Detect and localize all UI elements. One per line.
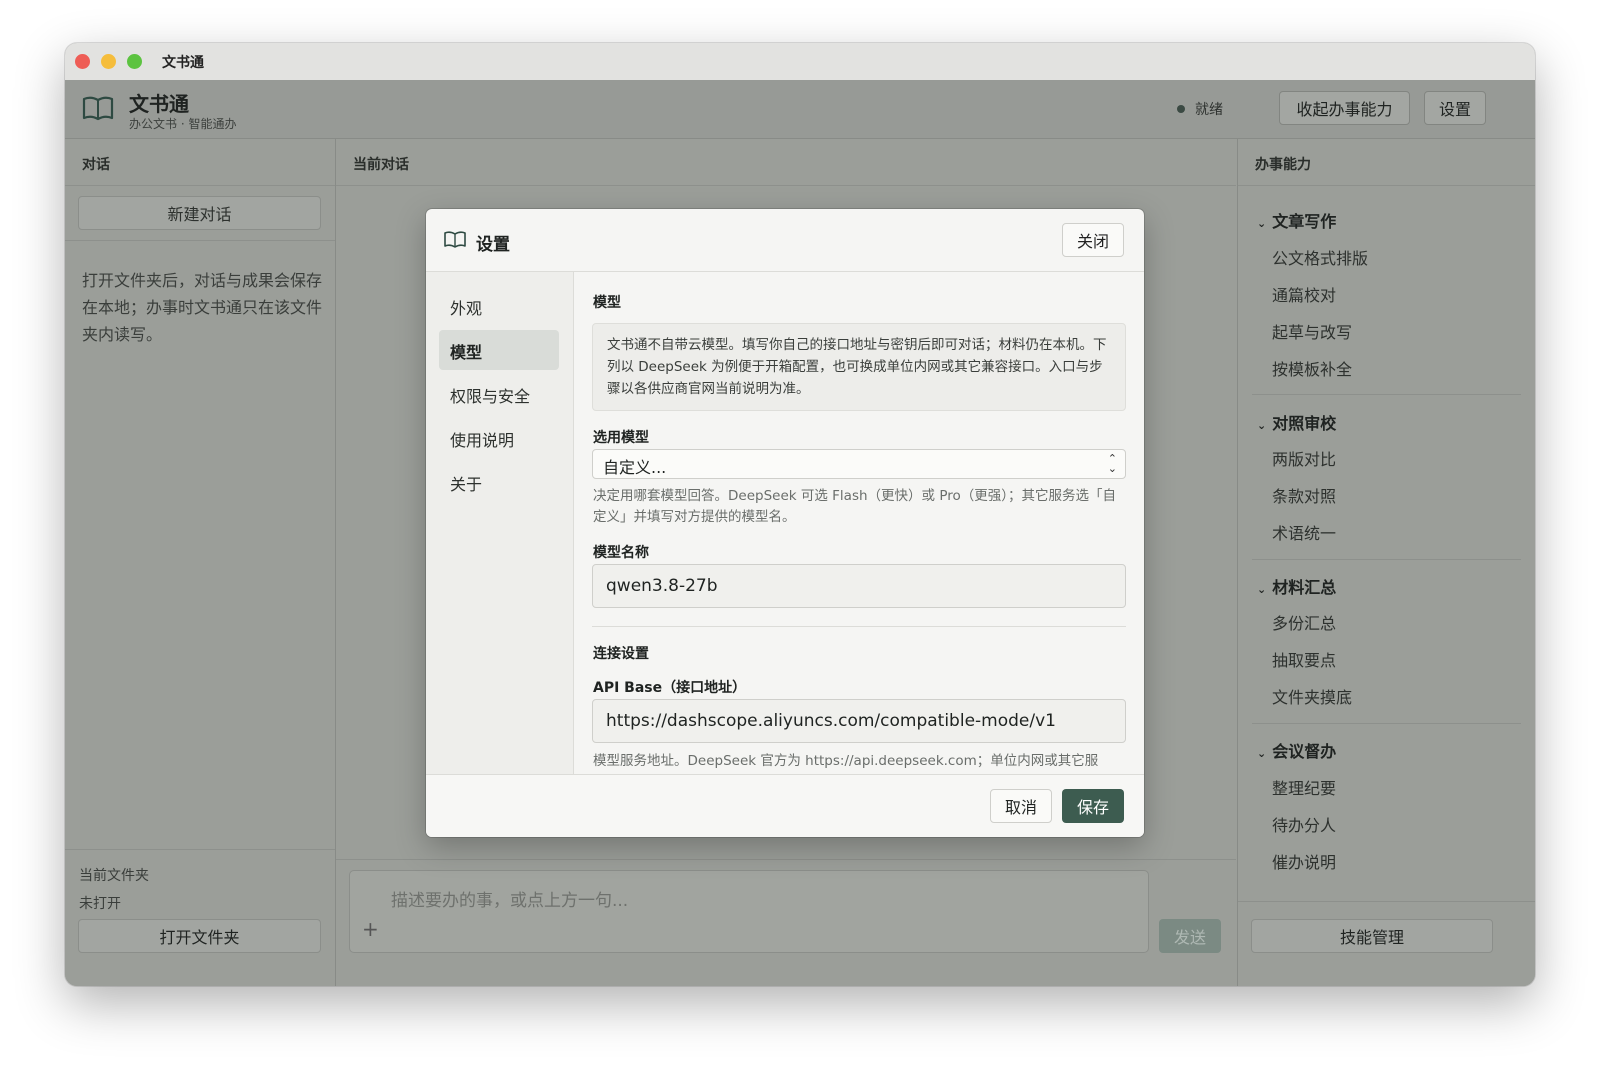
api-base-label: API Base（接口地址）	[593, 680, 747, 696]
capability-group-summary[interactable]: ⌄ 材料汇总	[1257, 574, 1336, 598]
app-name: 文书通	[129, 92, 189, 116]
capability-item[interactable]: 按模板补全	[1272, 356, 1352, 380]
divider	[1252, 394, 1521, 395]
divider	[1252, 723, 1521, 724]
capability-item[interactable]: 多份汇总	[1272, 610, 1336, 634]
model-name-label: 模型名称	[593, 545, 649, 561]
chevron-down-icon: ⌄	[1257, 217, 1267, 230]
divider	[1238, 901, 1535, 902]
capability-item[interactable]: 整理纪要	[1272, 775, 1336, 799]
nav-permissions-security[interactable]: 权限与安全	[439, 374, 559, 414]
divider	[1252, 559, 1521, 560]
capability-item[interactable]: 条款对照	[1272, 483, 1336, 507]
app-subtitle: 办公文书 · 智能通办	[129, 117, 237, 131]
dialog-header: 设置 关闭	[426, 209, 1144, 272]
nav-about[interactable]: 关于	[439, 462, 559, 502]
settings-nav: 外观 模型 权限与安全 使用说明 关于	[426, 272, 574, 774]
add-attachment-icon[interactable]: +	[362, 917, 379, 941]
composer-placeholder: 描述要办的事，或点上方一句...	[391, 891, 629, 911]
capability-item[interactable]: 文件夹摸底	[1272, 684, 1352, 708]
title-bar: 文书通	[65, 43, 1535, 81]
capability-item[interactable]: 公文格式排版	[1272, 245, 1368, 269]
chat-title: 当前对话	[336, 139, 1236, 186]
cancel-button[interactable]: 取消	[990, 789, 1052, 823]
nav-model[interactable]: 模型	[439, 330, 559, 370]
dialog-title: 设置	[476, 235, 510, 255]
chevron-down-icon: ⌄	[1257, 583, 1267, 596]
section-title: 模型	[593, 295, 621, 311]
window-title: 文书通	[162, 55, 204, 71]
capability-item[interactable]: 催办说明	[1272, 849, 1336, 873]
model-name-input[interactable]: qwen3.8-27b	[592, 564, 1126, 608]
settings-content: 模型 文书通不自带云模型。填写你自己的接口地址与密钥后即可对话；材料仍在本机。下…	[574, 272, 1144, 774]
capability-item[interactable]: 通篇校对	[1272, 282, 1336, 306]
capability-item[interactable]: 抽取要点	[1272, 647, 1336, 671]
status-text: 就绪	[1195, 102, 1223, 118]
divider	[336, 859, 1236, 860]
capability-item[interactable]: 起草与改写	[1272, 319, 1352, 343]
skill-management-button[interactable]: 技能管理	[1251, 919, 1493, 953]
capability-group-writing[interactable]: ⌄ 文章写作	[1257, 208, 1336, 232]
divider	[65, 240, 335, 241]
settings-button[interactable]: 设置	[1424, 91, 1486, 125]
capability-item[interactable]: 待办分人	[1272, 812, 1336, 836]
api-base-help: 模型服务地址。DeepSeek 官方为 https://api.deepseek…	[593, 753, 1099, 769]
select-arrows-icon: ⌃ ⌄	[1107, 452, 1117, 475]
model-select-label: 选用模型	[593, 430, 649, 446]
nav-instructions[interactable]: 使用说明	[439, 418, 559, 458]
model-select[interactable]: 自定义... ⌃ ⌄	[592, 449, 1126, 479]
current-folder-value: 未打开	[79, 896, 121, 912]
divider	[592, 626, 1126, 627]
capabilities-pane: 办事能力 ⌄ 文章写作 公文格式排版 通篇校对 起草与改写 按模板补全 ⌄ 对照审校…	[1237, 139, 1535, 986]
book-logo-icon	[82, 96, 114, 121]
capability-group-review[interactable]: ⌄ 对照审校	[1257, 410, 1336, 434]
zoom-window-button[interactable]	[127, 54, 142, 69]
close-window-button[interactable]	[75, 54, 90, 69]
dialog-footer: 取消 保存	[426, 774, 1144, 837]
chevron-down-icon: ⌄	[1257, 747, 1267, 760]
capability-group-meetings[interactable]: ⌄ 会议督办	[1257, 738, 1336, 762]
api-base-input[interactable]: https://dashscope.aliyuncs.com/compatibl…	[592, 699, 1126, 743]
message-composer[interactable]: 描述要办的事，或点上方一句... +	[349, 870, 1149, 953]
send-button[interactable]: 发送	[1159, 919, 1221, 953]
book-icon	[444, 231, 466, 248]
nav-appearance[interactable]: 外观	[439, 286, 559, 326]
current-folder-label: 当前文件夹	[79, 868, 149, 884]
app-header: 文书通 办公文书 · 智能通办 就绪 收起办事能力 设置	[65, 80, 1535, 139]
conversations-pane: 对话 新建对话 打开文件夹后，对话与成果会保存在本地；办事时文书通只在该文件夹内…	[65, 139, 336, 986]
capability-item[interactable]: 术语统一	[1272, 520, 1336, 544]
minimize-window-button[interactable]	[101, 54, 116, 69]
settings-dialog: 设置 关闭 外观 模型 权限与安全 使用说明 关于 模型 文书通不自带云模型。填…	[426, 209, 1144, 837]
open-folder-button[interactable]: 打开文件夹	[78, 919, 321, 953]
chevron-down-icon: ⌄	[1257, 419, 1267, 432]
capabilities-title: 办事能力	[1238, 139, 1535, 186]
save-button[interactable]: 保存	[1062, 789, 1124, 823]
connection-settings-title: 连接设置	[593, 646, 649, 662]
folder-hint-text: 打开文件夹后，对话与成果会保存在本地；办事时文书通只在该文件夹内读写。	[82, 271, 323, 344]
model-info-box: 文书通不自带云模型。填写你自己的接口地址与密钥后即可对话；材料仍在本机。下列以 …	[592, 323, 1126, 411]
conversations-title: 对话	[65, 139, 335, 186]
dialog-close-button[interactable]: 关闭	[1062, 223, 1124, 257]
collapse-capabilities-button[interactable]: 收起办事能力	[1279, 91, 1410, 125]
divider	[65, 849, 335, 850]
capability-item[interactable]: 两版对比	[1272, 446, 1336, 470]
status-dot-icon	[1177, 105, 1185, 113]
model-select-help: 决定用哪套模型回答。DeepSeek 可选 Flash（更快）或 Pro（更强）…	[593, 488, 1116, 525]
new-chat-button[interactable]: 新建对话	[78, 196, 321, 230]
model-select-value: 自定义...	[603, 458, 667, 477]
